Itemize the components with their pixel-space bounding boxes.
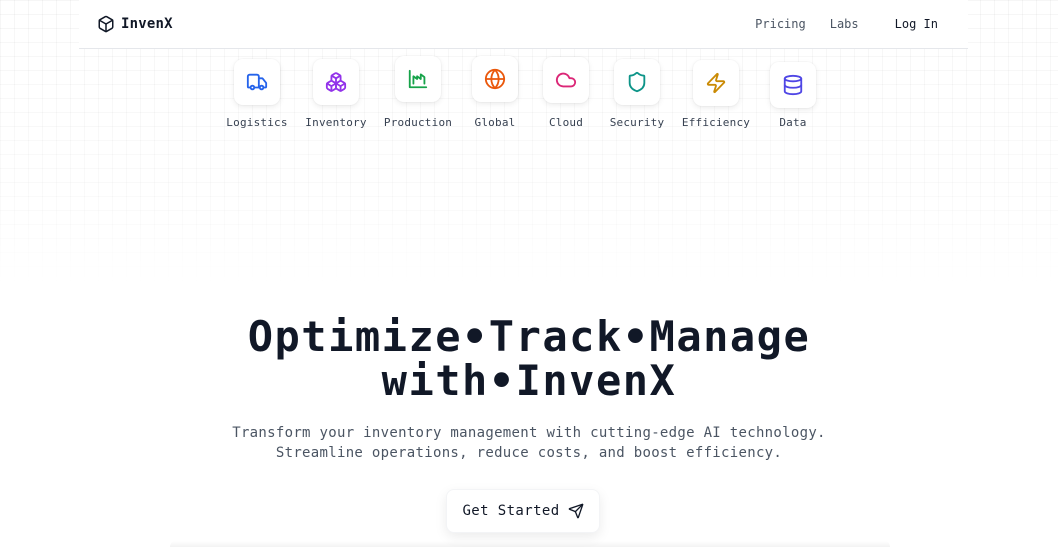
feature-label: Inventory (305, 116, 367, 129)
hero-subtitle-line-2: Streamline operations, reduce costs, and… (275, 445, 783, 461)
feature-data[interactable]: Data (743, 62, 843, 129)
shield-icon (628, 71, 646, 93)
feature-icon-box (313, 59, 359, 105)
get-started-label: Get Started (462, 503, 560, 519)
feature-icons-row: Logistics Inventory Production Global Cl… (0, 0, 1058, 140)
hero-title-line-1: Optimize•Track•Manage (247, 312, 811, 361)
zap-icon (706, 72, 726, 94)
hero-subtitle-line-1: Transform your inventory management with… (232, 425, 826, 441)
feature-label: Global (474, 116, 516, 129)
boxes-icon (325, 72, 347, 92)
feature-label: Cloud (548, 116, 584, 129)
feature-label: Security (609, 116, 665, 129)
send-icon (568, 503, 584, 519)
feature-icon-box (234, 59, 280, 105)
factory-icon (408, 69, 428, 89)
hero-subtitle: Transform your inventory management with… (0, 423, 1058, 463)
feature-icon-box (693, 60, 739, 106)
get-started-button[interactable]: Get Started (446, 489, 600, 533)
feature-label: Production (383, 116, 453, 129)
hero-section: Optimize•Track•Manage with•InvenX Transf… (0, 315, 1058, 463)
globe-icon (484, 68, 506, 90)
feature-icon-box (395, 56, 441, 102)
bottom-panel-edge (170, 541, 890, 547)
hero-title: Optimize•Track•Manage with•InvenX (0, 315, 1058, 403)
hero-title-line-2: with•InvenX (381, 356, 677, 405)
truck-icon (246, 73, 268, 91)
feature-label: Efficiency (681, 116, 751, 129)
cloud-icon (555, 72, 577, 88)
feature-icon-box (472, 56, 518, 102)
feature-icon-box (543, 57, 589, 103)
feature-icon-box (614, 59, 660, 105)
database-icon (783, 74, 803, 96)
feature-icon-box (770, 62, 816, 108)
feature-label: Data (779, 116, 807, 129)
feature-label: Logistics (226, 116, 288, 129)
